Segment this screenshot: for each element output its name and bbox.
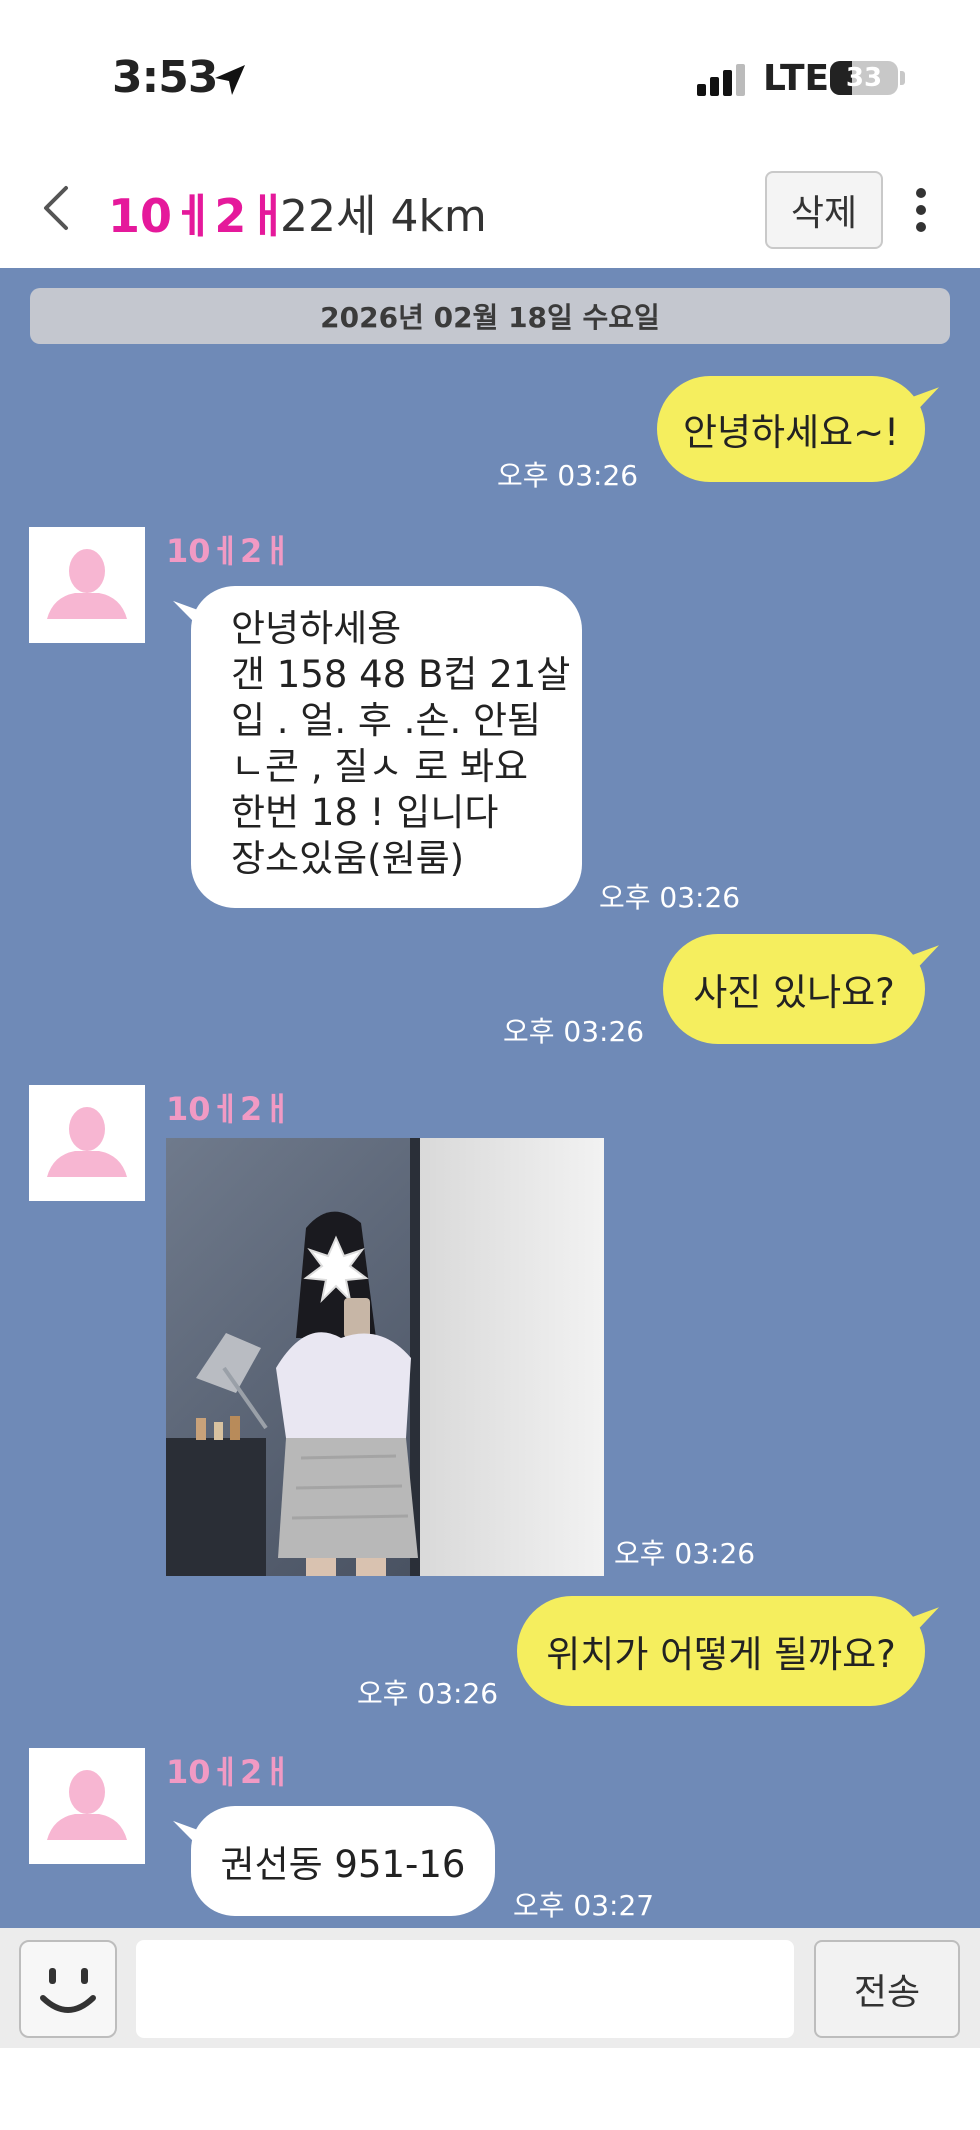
message-text: 권선동 951-16 <box>220 1843 466 1886</box>
message-time: 오후 03:26 <box>599 881 741 914</box>
message-line: 한번 18 ! 입니다 <box>231 791 499 834</box>
sender-name: 10ㅔ2ㅐ <box>166 532 292 570</box>
location-arrow-icon <box>215 65 245 95</box>
avatar[interactable] <box>29 1085 145 1201</box>
incoming-message[interactable]: 권선동 951-16 <box>191 1806 495 1916</box>
photo-message[interactable] <box>166 1138 604 1576</box>
outgoing-message[interactable]: 사진 있나요? <box>663 934 925 1044</box>
message-line: 입 . 얼. 후 .손. 안됨 <box>231 699 542 742</box>
battery-level: 33 <box>845 63 883 93</box>
sender-name: 10ㅔ2ㅐ <box>166 1090 292 1128</box>
message-time: 오후 03:27 <box>513 1889 655 1922</box>
message-time: 오후 03:26 <box>497 459 639 492</box>
message-input-bar: 전송 <box>0 1928 980 2048</box>
chevron-left-icon[interactable] <box>30 178 90 238</box>
signal-icon <box>697 64 745 96</box>
delete-button[interactable]: 삭제 <box>765 171 883 249</box>
network-type: LTE <box>763 58 830 99</box>
battery-cap <box>900 71 905 85</box>
message-time: 오후 03:26 <box>614 1537 756 1570</box>
outgoing-message[interactable]: 안녕하세요~! <box>657 376 925 482</box>
smiley-icon <box>40 1968 96 2013</box>
person-silhouette-icon <box>47 1770 127 1840</box>
photo-image <box>166 1138 604 1576</box>
home-indicator-area <box>0 2048 980 2130</box>
message-line: ㄴ콘 , 질ㅅ 로 봐요 <box>231 745 529 788</box>
person-silhouette-icon <box>47 549 127 619</box>
incoming-message[interactable]: 안녕하세용 갠 158 48 B컵 21살 입 . 얼. 후 .손. 안됨 ㄴ콘… <box>191 586 582 908</box>
send-button[interactable]: 전송 <box>814 1940 960 2038</box>
chat-partner-name: 10ㅔ2ㅐ <box>108 189 289 243</box>
status-bar: 3:53 LTE 33 <box>0 0 980 150</box>
emoji-button[interactable] <box>19 1940 117 2038</box>
message-text: 사진 있나요? <box>693 971 895 1014</box>
message-line: 장소있움(원룸) <box>231 837 465 880</box>
message-line: 안녕하세용 <box>231 607 402 650</box>
message-text: 안녕하세요~! <box>682 411 900 454</box>
status-time: 3:53 <box>112 52 218 103</box>
message-time: 오후 03:26 <box>357 1677 499 1710</box>
chat-header: 10ㅔ2ㅐ 22세 4km 삭제 <box>0 150 980 268</box>
date-divider: 2026년 02월 18일 수요일 <box>30 288 950 344</box>
outgoing-message[interactable]: 위치가 어떻게 될까요? <box>517 1596 925 1706</box>
chat-area[interactable]: 2026년 02월 18일 수요일 안녕하세요~! 오후 03:26 10ㅔ2ㅐ… <box>0 268 980 1928</box>
message-text: 위치가 어떻게 될까요? <box>546 1633 896 1676</box>
avatar[interactable] <box>29 527 145 643</box>
chat-partner-info: 22세 4km <box>280 191 487 242</box>
person-silhouette-icon <box>47 1107 127 1177</box>
message-time: 오후 03:26 <box>503 1015 645 1048</box>
avatar[interactable] <box>29 1748 145 1864</box>
message-line: 갠 158 48 B컵 21살 <box>231 653 571 696</box>
more-vertical-icon[interactable] <box>905 180 937 240</box>
battery-icon: 33 <box>830 61 898 95</box>
message-input[interactable] <box>136 1940 794 2038</box>
sender-name: 10ㅔ2ㅐ <box>166 1753 292 1791</box>
